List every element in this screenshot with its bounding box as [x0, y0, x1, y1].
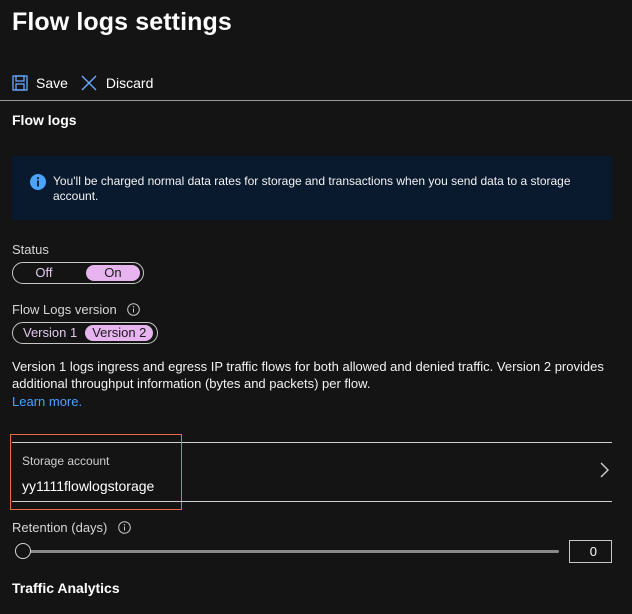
save-label: Save	[36, 75, 68, 91]
section-heading-flow-logs: Flow logs	[12, 112, 77, 128]
retention-label-text: Retention (days)	[12, 520, 108, 535]
retention-slider-thumb[interactable]	[15, 543, 31, 559]
retention-label: Retention (days)	[12, 520, 131, 537]
status-option-off[interactable]: Off	[16, 265, 72, 281]
save-icon	[12, 75, 28, 91]
storage-account-label: Storage account	[22, 454, 110, 468]
section-heading-traffic-analytics: Traffic Analytics	[12, 580, 120, 596]
discard-button[interactable]: Discard	[80, 74, 153, 92]
version-option-1[interactable]: Version 1	[16, 325, 84, 341]
storage-account-value: yy1111flowlogstorage	[22, 478, 155, 494]
info-banner: You'll be charged normal data rates for …	[12, 156, 612, 220]
info-circle-icon[interactable]	[127, 302, 141, 319]
version-option-2[interactable]: Version 2	[85, 325, 154, 341]
flow-logs-version-label: Flow Logs version	[12, 302, 141, 319]
storage-divider-bottom	[12, 501, 612, 502]
toolbar: Save Discard	[12, 70, 165, 96]
save-button[interactable]: Save	[12, 75, 68, 91]
retention-slider-track[interactable]	[24, 550, 559, 553]
toolbar-divider	[0, 100, 632, 101]
info-icon	[30, 174, 46, 195]
chevron-right-icon[interactable]	[598, 462, 610, 483]
flow-logs-version-text: Flow Logs version	[12, 302, 117, 317]
learn-more-link[interactable]: Learn more.	[12, 394, 82, 409]
close-icon	[80, 74, 98, 92]
status-toggle[interactable]: Off On	[12, 262, 144, 284]
status-label: Status	[12, 242, 49, 257]
page-title: Flow logs settings	[12, 8, 232, 36]
highlight-box	[10, 434, 182, 510]
version-description: Version 1 logs ingress and egress IP tra…	[12, 359, 604, 391]
retention-days-input[interactable]: 0	[569, 540, 612, 563]
info-banner-text: You'll be charged normal data rates for …	[53, 174, 571, 203]
discard-label: Discard	[105, 75, 154, 91]
flow-logs-version-toggle[interactable]: Version 1 Version 2	[12, 322, 158, 344]
status-option-on[interactable]: On	[85, 265, 140, 281]
info-circle-icon[interactable]	[118, 520, 131, 537]
